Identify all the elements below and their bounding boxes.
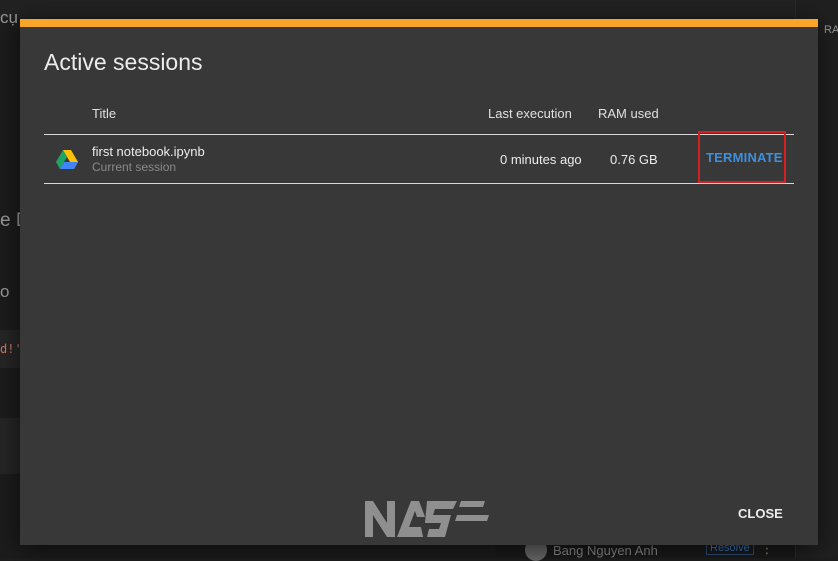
dialog-title: Active sessions: [44, 49, 203, 75]
terminate-button[interactable]: TERMINATE: [698, 131, 786, 183]
column-header-title: Title: [92, 106, 117, 121]
session-title: first notebook.ipynb: [92, 144, 205, 159]
close-button[interactable]: CLOSE: [732, 502, 789, 525]
session-ram-used: 0.76 GB: [610, 152, 658, 167]
background-text-fragment: cụ: [0, 8, 18, 27]
column-header-last-execution: Last execution: [488, 106, 572, 121]
background-top-bar: [0, 0, 838, 18]
table-row: first notebook.ipynb Current session 0 m…: [44, 131, 794, 184]
dialog-accent-bar: [20, 19, 818, 27]
sessions-table: Title Last execution RAM used first note…: [44, 103, 794, 184]
session-last-execution: 0 minutes ago: [500, 152, 582, 167]
table-header: Title Last execution RAM used: [44, 103, 794, 135]
background-text-fragment: o: [0, 282, 10, 301]
active-sessions-dialog: Active sessions Title Last execution RAM…: [20, 19, 818, 545]
watermark-logo: [365, 501, 489, 537]
session-subtitle: Current session: [92, 160, 177, 174]
background-code-text: d!': [0, 342, 22, 356]
background-code-cell: [0, 418, 20, 474]
column-header-ram-used: RAM used: [598, 106, 659, 121]
background-panel-label: RA: [824, 24, 838, 36]
google-drive-icon: [56, 150, 78, 169]
